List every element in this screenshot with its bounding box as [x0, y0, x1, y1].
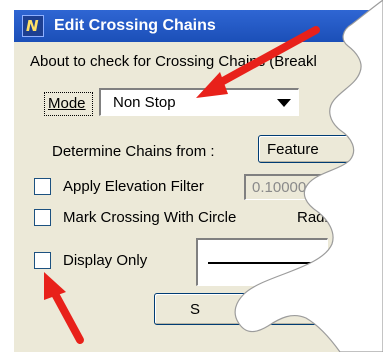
annotation-arrow-icon: [196, 26, 320, 98]
annotation-arrow-icon: [44, 272, 84, 344]
torn-edge-mask: [234, 0, 383, 352]
overlay-graphics: [44, 0, 383, 352]
screenshot-stage: N Edit Crossing Chains About to check fo…: [0, 0, 383, 352]
